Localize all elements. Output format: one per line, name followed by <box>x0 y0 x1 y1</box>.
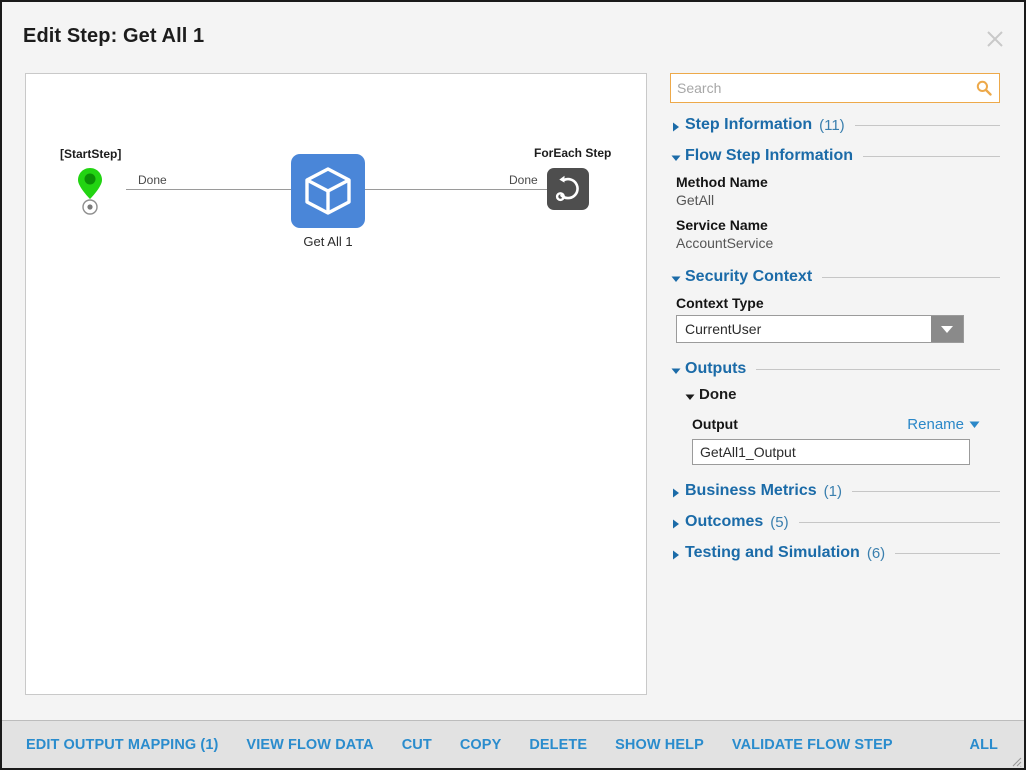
section-count-step-information: (11) <box>819 116 845 134</box>
service-name-label: Service Name <box>676 217 768 233</box>
search-input[interactable] <box>671 74 971 102</box>
section-title-business-metrics: Business Metrics <box>685 482 817 499</box>
section-step-information[interactable]: Step Information (11) <box>670 116 1008 134</box>
resize-handle[interactable] <box>1009 754 1022 767</box>
chevron-down-icon <box>670 272 682 284</box>
flow-canvas[interactable]: [StartStep] Done Get All 1 Done ForEach … <box>25 73 647 695</box>
section-rule <box>895 552 1000 554</box>
section-count-outcomes: (5) <box>770 513 789 531</box>
close-icon[interactable] <box>983 27 1007 51</box>
show-help-button[interactable]: SHOW HELP <box>615 737 704 753</box>
getall-node-caption: Get All 1 <box>303 234 353 249</box>
chevron-down-icon <box>670 364 682 376</box>
start-pin-icon[interactable] <box>77 167 103 215</box>
chevron-right-icon <box>670 517 682 529</box>
section-title-step-information: Step Information <box>685 116 813 133</box>
context-type-value: CurrentUser <box>685 321 762 337</box>
section-count-business-metrics: (1) <box>823 482 842 500</box>
foreach-step-label: ForEach Step <box>534 146 612 160</box>
rename-button[interactable]: Rename <box>907 416 980 433</box>
section-flow-step-information[interactable]: Flow Step Information <box>670 147 1008 165</box>
search-box[interactable] <box>670 73 1000 103</box>
chevron-right-icon <box>670 120 682 132</box>
method-name-value: GetAll <box>676 192 715 208</box>
dialog-titlebar: Edit Step: Get All 1 <box>2 2 1024 60</box>
page-title: Edit Step: Get All 1 <box>23 25 205 47</box>
section-rule <box>863 155 1000 157</box>
copy-button[interactable]: COPY <box>460 737 502 753</box>
chevron-right-icon <box>670 548 682 560</box>
section-title-security-context: Security Context <box>685 268 813 285</box>
section-business-metrics[interactable]: Business Metrics (1) <box>670 482 1008 500</box>
context-type-label: Context Type <box>676 295 764 311</box>
dialog-body: [StartStep] Done Get All 1 Done ForEach … <box>2 60 1024 720</box>
properties-panel: Step Information (11) Flow Step Informat… <box>670 73 1008 713</box>
section-rule <box>851 490 1000 492</box>
section-outcomes[interactable]: Outcomes (5) <box>670 513 1008 531</box>
section-rule <box>854 124 1000 126</box>
edit-step-dialog: Edit Step: Get All 1 [StartStep] Done Ge… <box>0 0 1026 770</box>
connector-label-done-2: Done <box>509 173 538 187</box>
chevron-right-icon <box>670 486 682 498</box>
start-step-label: [StartStep] <box>60 147 122 161</box>
section-rule <box>822 276 1000 278</box>
section-title-outcomes: Outcomes <box>685 513 764 530</box>
section-rule <box>756 368 1000 370</box>
view-flow-data-button[interactable]: VIEW FLOW DATA <box>246 737 373 753</box>
chevron-down-icon <box>684 390 696 402</box>
output-row: Output Rename <box>692 416 980 433</box>
section-count-testing-and-simulation: (6) <box>866 544 886 562</box>
connector-getall-to-foreach <box>365 189 547 190</box>
chevron-down-icon[interactable] <box>931 316 963 342</box>
output-label: Output <box>692 416 738 432</box>
context-type-select[interactable]: CurrentUser <box>676 315 964 343</box>
chevron-down-icon <box>670 151 682 163</box>
validate-flow-step-button[interactable]: VALIDATE FLOW STEP <box>732 737 893 753</box>
outputs-done-label: Done <box>699 386 737 403</box>
cube-icon[interactable] <box>291 154 365 228</box>
connector-start-to-getall <box>126 189 291 190</box>
output-name-input[interactable] <box>692 439 970 465</box>
section-testing-and-simulation[interactable]: Testing and Simulation (6) <box>670 544 1008 562</box>
section-rule <box>798 521 1000 523</box>
dialog-toolbar: EDIT OUTPUT MAPPING (1) VIEW FLOW DATA C… <box>2 720 1024 768</box>
method-name-label: Method Name <box>676 174 768 190</box>
service-name-value: AccountService <box>676 235 774 251</box>
section-title-flow-step-information: Flow Step Information <box>685 147 853 164</box>
section-outputs[interactable]: Outputs <box>670 360 1008 378</box>
all-button[interactable]: ALL <box>970 737 999 753</box>
section-title-outputs: Outputs <box>685 360 747 377</box>
loop-arrow-icon[interactable] <box>547 168 589 210</box>
section-title-testing-and-simulation: Testing and Simulation <box>685 544 860 561</box>
outputs-done-group[interactable]: Done <box>684 386 1008 403</box>
section-security-context[interactable]: Security Context <box>670 268 1008 286</box>
connector-label-done-1: Done <box>138 173 167 187</box>
rename-label: Rename <box>907 416 964 433</box>
edit-output-mapping-button[interactable]: EDIT OUTPUT MAPPING (1) <box>26 737 218 753</box>
chevron-down-icon <box>969 420 980 429</box>
search-icon[interactable] <box>976 80 992 96</box>
cut-button[interactable]: CUT <box>402 737 432 753</box>
delete-button[interactable]: DELETE <box>529 737 587 753</box>
